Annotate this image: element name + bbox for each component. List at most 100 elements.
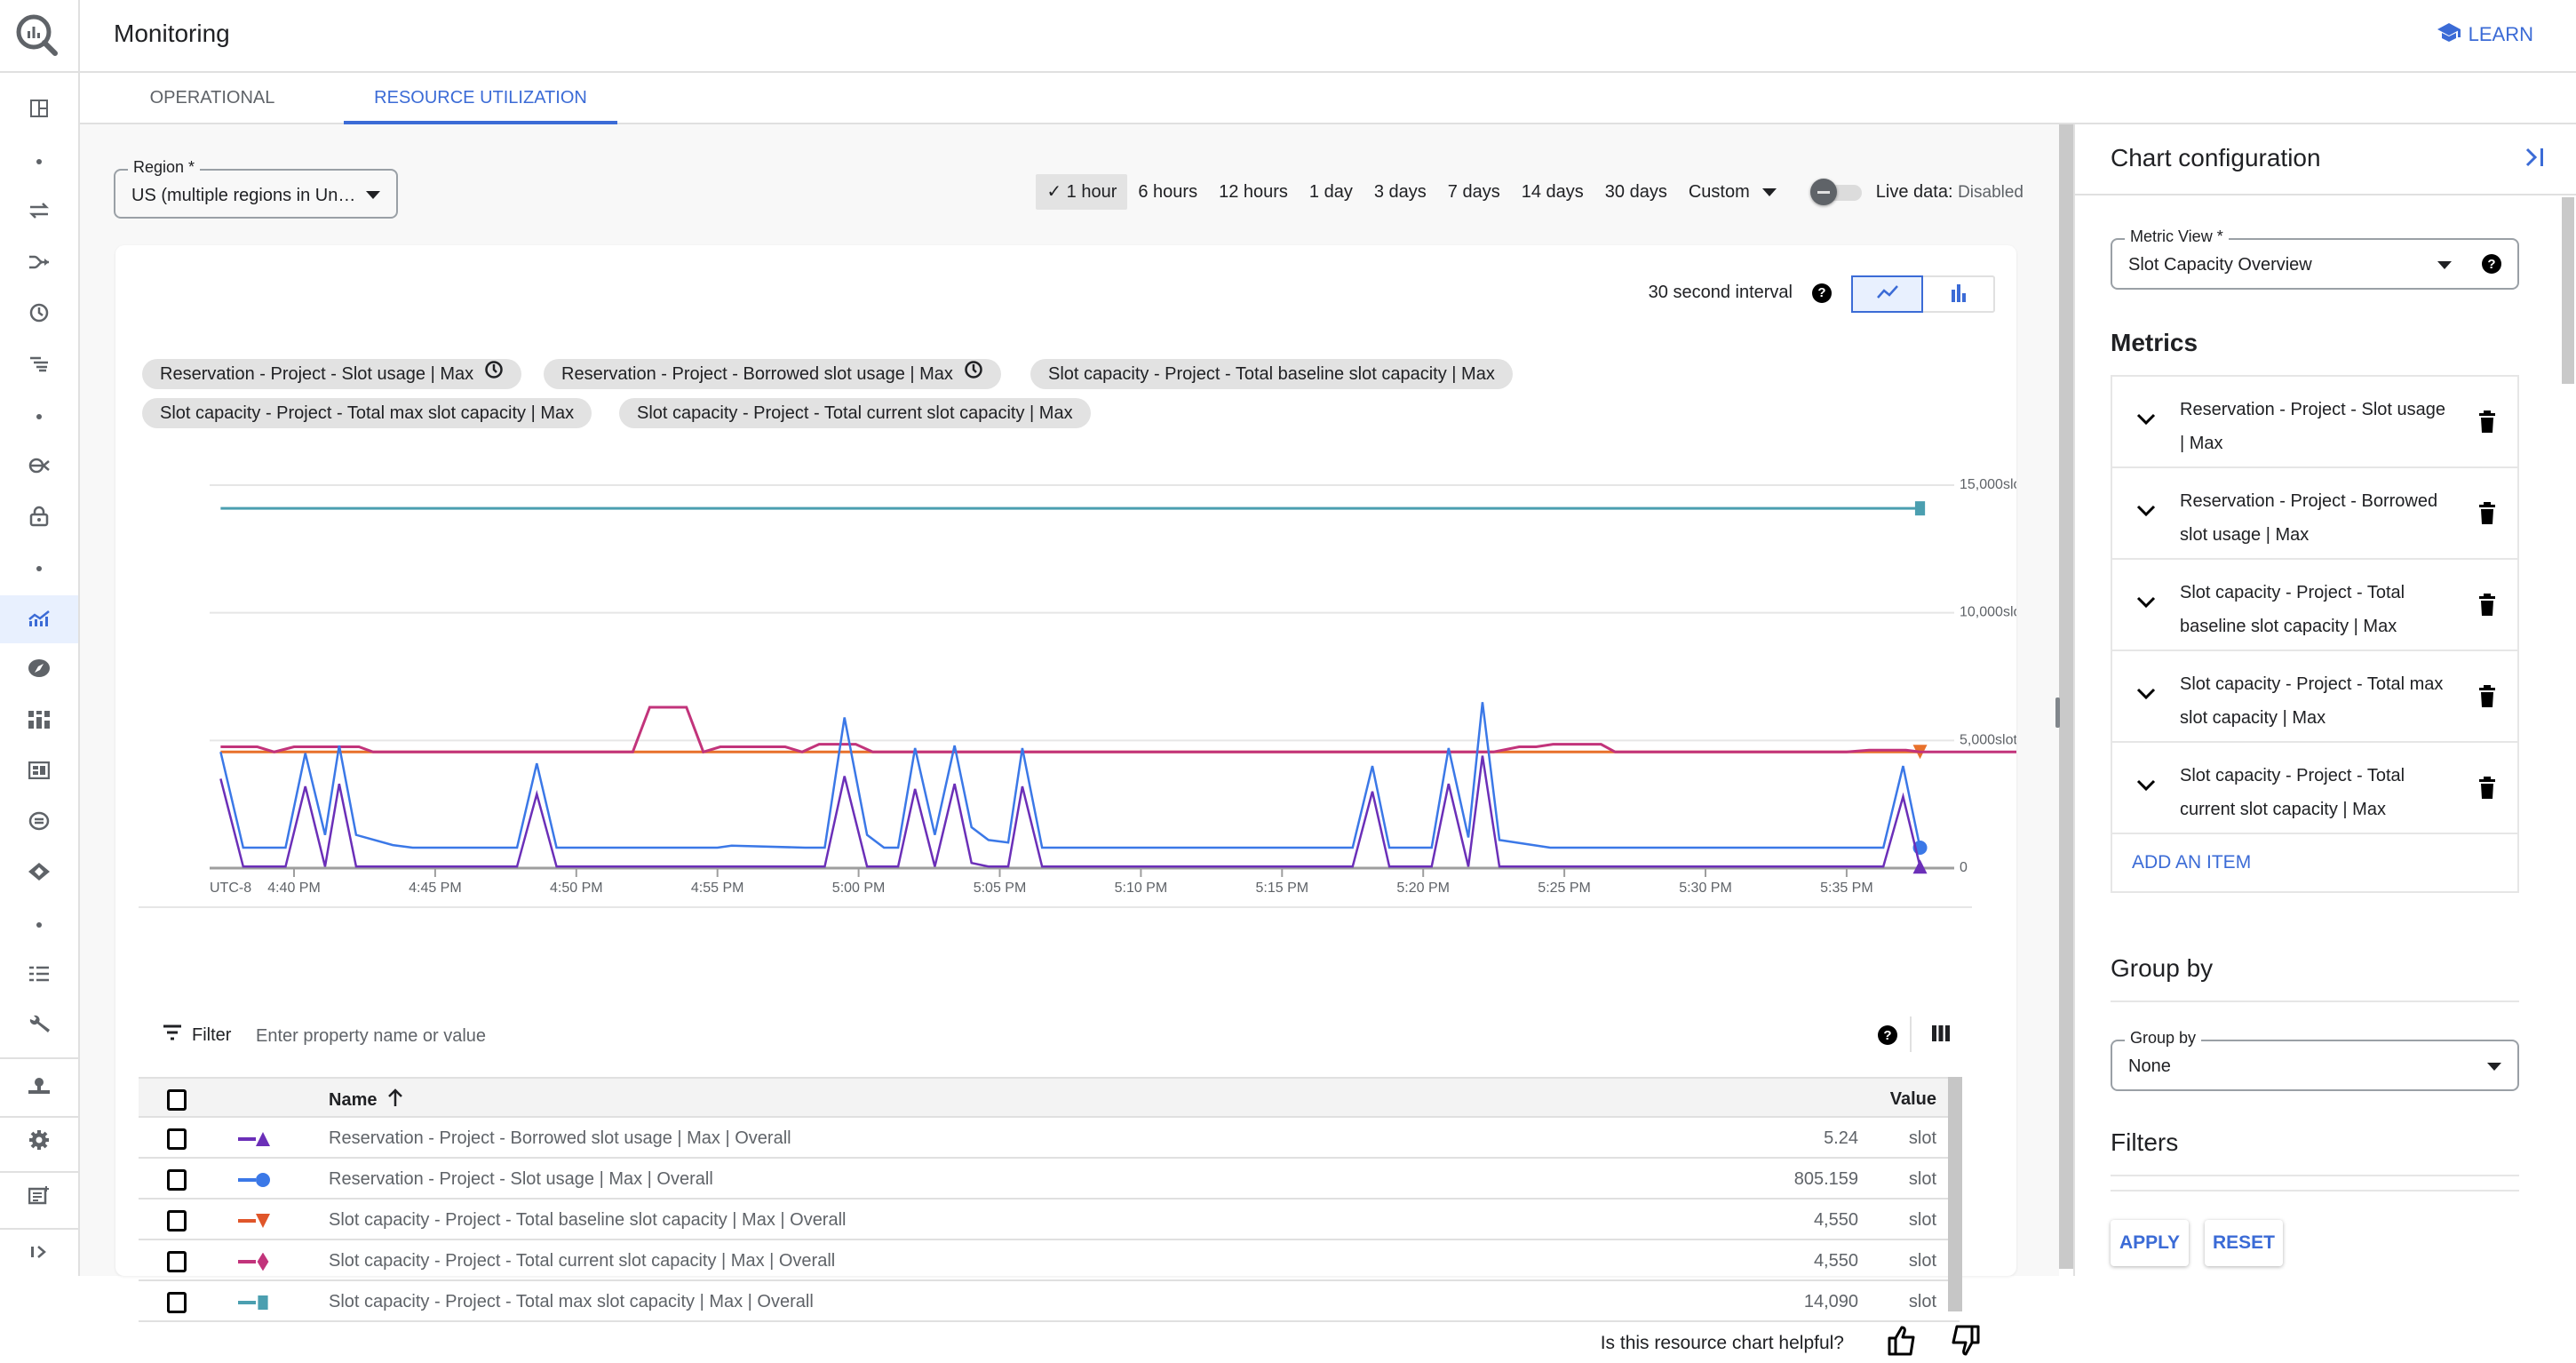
group-by-heading: Group by: [2111, 954, 2214, 982]
region-select[interactable]: Region * US (multiple regions in Un…: [114, 158, 398, 219]
live-data-label: Live data:: [1875, 181, 1953, 202]
x-tick-label: 4:40 PM: [267, 881, 321, 896]
table-row: Reservation - Project - Borrowed slot us…: [139, 1118, 1960, 1159]
nav-dataplex[interactable]: [0, 1064, 78, 1112]
compass-icon: [28, 658, 51, 683]
group-by-select[interactable]: Group by None: [2111, 1029, 2519, 1091]
chevron-down-icon[interactable]: [2135, 687, 2157, 705]
nav-monitoring[interactable]: [0, 595, 78, 643]
collapse-panel-button[interactable]: [2524, 146, 2546, 175]
metric-view-value: Slot Capacity Overview: [2128, 255, 2312, 275]
metric-item-label: Slot capacity - Project - Total max slot…: [2180, 674, 2444, 728]
nav-analytics-hub[interactable]: [0, 443, 78, 491]
table-scrollbar[interactable]: [1948, 1077, 1962, 1311]
thumbs-down-icon[interactable]: [1949, 1324, 1981, 1363]
nav-job-explorer[interactable]: [0, 952, 78, 1000]
chart-configuration-panel: Chart configuration Metric View * Slot C…: [2055, 124, 2576, 1276]
apply-button[interactable]: APPLY: [2111, 1220, 2189, 1266]
value-column-header[interactable]: Value: [1890, 1089, 1936, 1110]
tab-operational-health[interactable]: OPERATIONAL HEALTH: [114, 73, 311, 157]
series-line[interactable]: [220, 705, 2016, 754]
table-row: Slot capacity - Project - Total baseline…: [139, 1200, 1960, 1240]
nav-settings[interactable]: [0, 1118, 78, 1166]
region-value: US (multiple regions in Un…: [131, 186, 356, 205]
nav-policy-tags[interactable]: [0, 494, 78, 542]
list-icon: [28, 965, 50, 987]
time-range-7-days[interactable]: 7 days: [1437, 174, 1511, 210]
row-unit: slot: [1908, 1292, 1936, 1311]
row-unit: slot: [1908, 1251, 1936, 1271]
divider: [1910, 1016, 1912, 1052]
nav-reservations[interactable]: [0, 748, 78, 796]
panel-resize-handle[interactable]: [2055, 697, 2060, 728]
learn-button[interactable]: LEARN: [2437, 21, 2533, 48]
time-range-30-days[interactable]: 30 days: [1594, 174, 1678, 210]
time-range-6-hours[interactable]: 6 hours: [1127, 174, 1208, 210]
delete-icon[interactable]: [2478, 777, 2496, 804]
lines-icon: [28, 355, 50, 377]
tab-resource-utilization[interactable]: RESOURCE UTILIZATION: [344, 73, 617, 124]
legend-circle-icon: [238, 1173, 270, 1187]
delete-icon[interactable]: [2478, 594, 2496, 621]
metric-view-select[interactable]: Metric View * Slot Capacity Overview ?: [2111, 227, 2519, 290]
thumbs-up-icon[interactable]: [1887, 1325, 1919, 1362]
chevron-down-icon[interactable]: [2135, 412, 2157, 431]
row-checkbox[interactable]: [167, 1292, 187, 1313]
time-range-custom[interactable]: Custom: [1678, 174, 1787, 210]
select-all-checkbox[interactable]: [167, 1089, 187, 1111]
chevron-down-icon[interactable]: [2135, 504, 2157, 522]
time-range-14-days[interactable]: 14 days: [1511, 174, 1594, 210]
time-range-3-days[interactable]: 3 days: [1364, 174, 1437, 210]
x-tick-label: 4:45 PM: [409, 881, 462, 896]
delete-icon[interactable]: [2478, 502, 2496, 530]
x-tick-label: 5:00 PM: [832, 881, 886, 896]
nav-scheduled-queries[interactable]: [0, 291, 78, 339]
help-icon[interactable]: ?: [2482, 254, 2501, 274]
row-checkbox[interactable]: [167, 1169, 187, 1191]
nav-disaster-recovery[interactable]: [0, 849, 78, 897]
row-checkbox[interactable]: [167, 1251, 187, 1272]
chevron-down-icon[interactable]: [2135, 595, 2157, 614]
metric-item: Slot capacity - Project - Total max slot…: [2112, 651, 2517, 743]
nav-studio[interactable]: [0, 86, 78, 134]
row-checkbox[interactable]: [167, 1128, 187, 1150]
diamond-icon: [28, 862, 51, 886]
time-range-12-hours[interactable]: 12 hours: [1208, 174, 1299, 210]
nav-capacity[interactable]: [0, 697, 78, 745]
nav-data-transfers[interactable]: [0, 188, 78, 236]
metric-item: Reservation - Project - Borrowed slot us…: [2112, 468, 2517, 560]
main-scrollbar[interactable]: [2059, 124, 2073, 1269]
nav-explore[interactable]: [0, 646, 78, 694]
reset-button[interactable]: RESET: [2205, 1220, 2283, 1266]
row-value: 14,090: [1803, 1292, 1858, 1311]
row-value: 5.24: [1824, 1128, 1858, 1148]
filter-button[interactable]: Filter: [162, 1024, 231, 1047]
add-an-item-button[interactable]: ADD AN ITEM: [2132, 852, 2251, 873]
column-display-icon[interactable]: [1931, 1024, 1951, 1048]
filter-input[interactable]: [256, 1018, 1677, 1054]
name-column-header[interactable]: Name: [329, 1088, 403, 1112]
metric-item-label: Reservation - Project - Borrowed slot us…: [2180, 491, 2438, 545]
time-range-1-day[interactable]: 1 day: [1299, 174, 1364, 210]
delete-icon[interactable]: [2478, 685, 2496, 713]
live-data-toggle[interactable]: [1809, 179, 1865, 205]
nav-bullet: [0, 901, 78, 949]
chevron-down-icon[interactable]: [2135, 778, 2157, 797]
feedback-bar: Is this resource chart helpful?: [1601, 1324, 1981, 1363]
bigquery-logo-icon[interactable]: [14, 12, 60, 59]
time-range-1-hour[interactable]: ✓ 1 hour: [1036, 174, 1128, 210]
delete-icon[interactable]: [2478, 410, 2496, 438]
nav-bi-engine[interactable]: [0, 799, 78, 847]
panel-scrollbar[interactable]: [2562, 197, 2574, 384]
series-line[interactable]: [219, 702, 1921, 849]
help-icon[interactable]: ?: [1878, 1025, 1897, 1045]
nav-settings-tools[interactable]: [0, 1002, 78, 1050]
dot-icon: [36, 414, 42, 419]
row-checkbox[interactable]: [167, 1210, 187, 1231]
nav-pipelines[interactable]: [0, 240, 78, 288]
nav-release-notes[interactable]: [0, 1173, 78, 1221]
notes-icon: [28, 1185, 50, 1209]
series-line[interactable]: [219, 755, 1921, 868]
expand-nav-button[interactable]: [0, 1231, 78, 1276]
nav-workflows[interactable]: [0, 341, 78, 389]
